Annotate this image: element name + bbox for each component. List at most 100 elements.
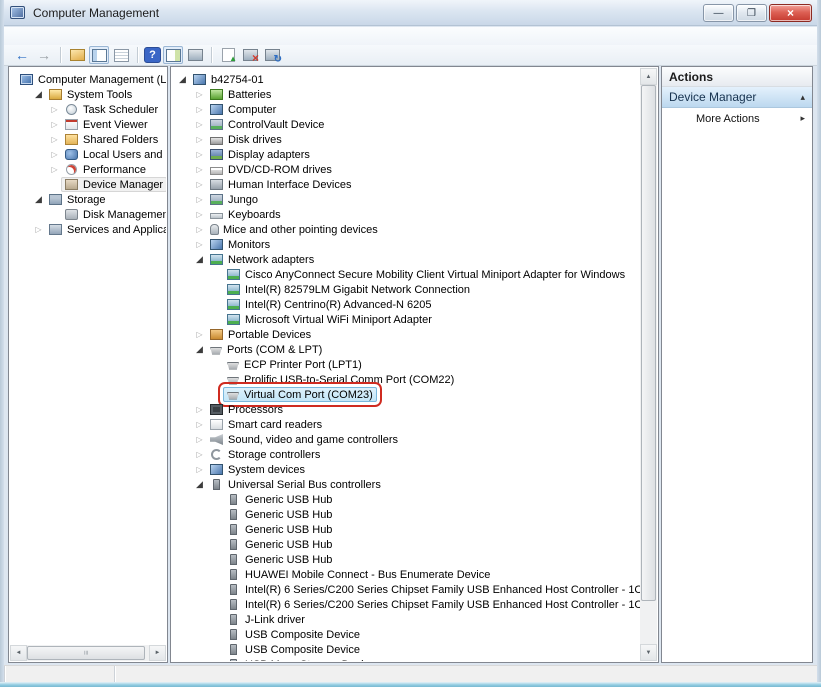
expander-icon[interactable]: ▷	[193, 237, 206, 252]
scroll-right-button[interactable]: ►	[149, 645, 166, 661]
device-tree-item[interactable]: ◢ Network adapters	[172, 252, 640, 267]
tree-item[interactable]: ▷ Services and Applications	[10, 222, 166, 237]
tree-item[interactable]: ◢ System Tools	[10, 87, 166, 102]
tree-item[interactable]: ▷ Event Viewer	[10, 117, 166, 132]
device-tree-item[interactable]: Generic USB Hub	[172, 537, 640, 552]
device-tree-item[interactable]: USB Composite Device	[172, 627, 640, 642]
device-tree-item[interactable]: Generic USB Hub	[172, 522, 640, 537]
expander-icon[interactable]: ▷	[48, 162, 61, 177]
expander-icon[interactable]: ▷	[193, 327, 206, 342]
tree-item[interactable]: ▷ Performance	[10, 162, 166, 177]
tree-item[interactable]: ▷ Shared Folders	[10, 132, 166, 147]
device-tree-item[interactable]: Generic USB Hub	[172, 552, 640, 567]
expander-icon[interactable]: ◢	[32, 192, 45, 207]
device-tree-item[interactable]: ▷ Processors	[172, 402, 640, 417]
device-tree-item[interactable]: Prolific USB-to-Serial Comm Port (COM22)	[172, 372, 640, 387]
expander-icon[interactable]: ▷	[193, 117, 206, 132]
device-tree-item[interactable]: Intel(R) Centrino(R) Advanced-N 6205	[172, 297, 640, 312]
expander-icon[interactable]: ▷	[48, 147, 61, 162]
tree-item[interactable]: Computer Management (Local)	[10, 72, 166, 87]
expander-icon[interactable]: ◢	[176, 72, 189, 87]
device-tree-item[interactable]: J-Link driver	[172, 612, 640, 627]
actions-group-device-manager[interactable]: Device Manager ▴	[662, 87, 812, 108]
expander-icon[interactable]: ◢	[193, 252, 206, 267]
expander-icon[interactable]: ▷	[48, 102, 61, 117]
scan-hardware-changes-button[interactable]	[262, 46, 282, 64]
device-tree-item[interactable]: ◢ b42754-01	[172, 72, 640, 87]
expander-icon[interactable]: ▷	[193, 432, 206, 447]
device-tree-item[interactable]: Intel(R) 82579LM Gigabit Network Connect…	[172, 282, 640, 297]
expander-icon[interactable]: ▷	[193, 87, 206, 102]
device-tree-item[interactable]: Intel(R) 6 Series/C200 Series Chipset Fa…	[172, 582, 640, 597]
device-tree-item[interactable]: ▷ Human Interface Devices	[172, 177, 640, 192]
device-tree-item[interactable]: Virtual Com Port (COM23)	[172, 387, 640, 402]
scroll-down-button[interactable]: ▼	[640, 644, 657, 661]
expander-icon[interactable]: ▷	[193, 177, 206, 192]
device-tree-item[interactable]: ▷ Computer	[172, 102, 640, 117]
device-tree-item[interactable]: ▷ Disk drives	[172, 132, 640, 147]
device-tree-item[interactable]: ▷ Mice and other pointing devices	[172, 222, 640, 237]
forward-button[interactable]: →	[34, 46, 54, 64]
restore-button[interactable]: ❐	[736, 4, 767, 22]
device-tree-item[interactable]: ◢ Universal Serial Bus controllers	[172, 477, 640, 492]
expander-icon[interactable]: ▷	[48, 132, 61, 147]
device-tree-item[interactable]: ECP Printer Port (LPT1)	[172, 357, 640, 372]
device-tree-item[interactable]: Intel(R) 6 Series/C200 Series Chipset Fa…	[172, 597, 640, 612]
expander-icon[interactable]: ▷	[193, 132, 206, 147]
tree-item[interactable]: ▷ Task Scheduler	[10, 102, 166, 117]
device-tree-item[interactable]: ▷ Jungo	[172, 192, 640, 207]
update-driver-button[interactable]	[218, 46, 238, 64]
device-tree-item[interactable]: USB Mass Storage Device	[172, 657, 640, 661]
expander-icon[interactable]: ▷	[193, 447, 206, 462]
device-tree-item[interactable]: ▷ DVD/CD-ROM drives	[172, 162, 640, 177]
console-tree-toggle-button[interactable]	[89, 46, 109, 64]
scrollbar-thumb[interactable]	[641, 85, 656, 601]
expander-icon[interactable]: ▷	[193, 162, 206, 177]
expander-icon[interactable]: ▷	[32, 222, 45, 237]
uninstall-device-button[interactable]	[240, 46, 260, 64]
tree-item[interactable]: ◢ Storage	[10, 192, 166, 207]
device-tree-item[interactable]: Cisco AnyConnect Secure Mobility Client …	[172, 267, 640, 282]
device-tree-item[interactable]: ▷ Portable Devices	[172, 327, 640, 342]
device-tree-item[interactable]: ▷ System devices	[172, 462, 640, 477]
expander-icon[interactable]: ▷	[193, 222, 206, 237]
close-button[interactable]: ×	[769, 4, 812, 22]
horizontal-scrollbar[interactable]: ◄ ►	[10, 645, 166, 661]
device-tree-item[interactable]: ◢ Ports (COM & LPT)	[172, 342, 640, 357]
device-tree-item[interactable]: ▷ Monitors	[172, 237, 640, 252]
minimize-button[interactable]: —	[703, 4, 734, 22]
scrollbar-thumb[interactable]	[27, 646, 145, 660]
device-tree-item[interactable]: USB Composite Device	[172, 642, 640, 657]
properties-button[interactable]	[111, 46, 131, 64]
menu-item[interactable]	[48, 35, 60, 37]
menu-item[interactable]	[24, 35, 36, 37]
action-pane-toggle-button[interactable]	[163, 46, 183, 64]
device-tree-item[interactable]: ▷ Keyboards	[172, 207, 640, 222]
tree-item[interactable]: Device Manager	[10, 177, 166, 192]
expander-icon[interactable]: ◢	[193, 477, 206, 492]
menu-item[interactable]	[12, 35, 24, 37]
tree-item[interactable]: ▷ Local Users and Groups	[10, 147, 166, 162]
device-tree-item[interactable]: Microsoft Virtual WiFi Miniport Adapter	[172, 312, 640, 327]
expander-icon[interactable]: ▷	[193, 417, 206, 432]
expander-icon[interactable]: ◢	[193, 342, 206, 357]
device-tree-item[interactable]: Generic USB Hub	[172, 507, 640, 522]
remote-computer-button[interactable]	[185, 46, 205, 64]
menu-item[interactable]	[36, 35, 48, 37]
expander-icon[interactable]: ▷	[193, 102, 206, 117]
expander-icon[interactable]: ▷	[193, 147, 206, 162]
more-actions-item[interactable]: More Actions ▸	[662, 108, 812, 129]
collapse-icon[interactable]: ▴	[800, 92, 805, 103]
expander-icon[interactable]: ▷	[193, 462, 206, 477]
expander-icon[interactable]: ▷	[193, 192, 206, 207]
device-tree-item[interactable]: Generic USB Hub	[172, 492, 640, 507]
scroll-up-button[interactable]: ▲	[640, 68, 657, 85]
device-tree-item[interactable]: ▷ Display adapters	[172, 147, 640, 162]
device-tree-item[interactable]: ▷ Batteries	[172, 87, 640, 102]
device-tree-item[interactable]: ▷ Sound, video and game controllers	[172, 432, 640, 447]
back-button[interactable]: ←	[12, 46, 32, 64]
help-button[interactable]: ?	[144, 47, 161, 63]
vertical-scrollbar[interactable]: ▲ ▼	[640, 68, 657, 661]
scroll-left-button[interactable]: ◄	[10, 645, 27, 661]
export-list-button[interactable]	[67, 46, 87, 64]
